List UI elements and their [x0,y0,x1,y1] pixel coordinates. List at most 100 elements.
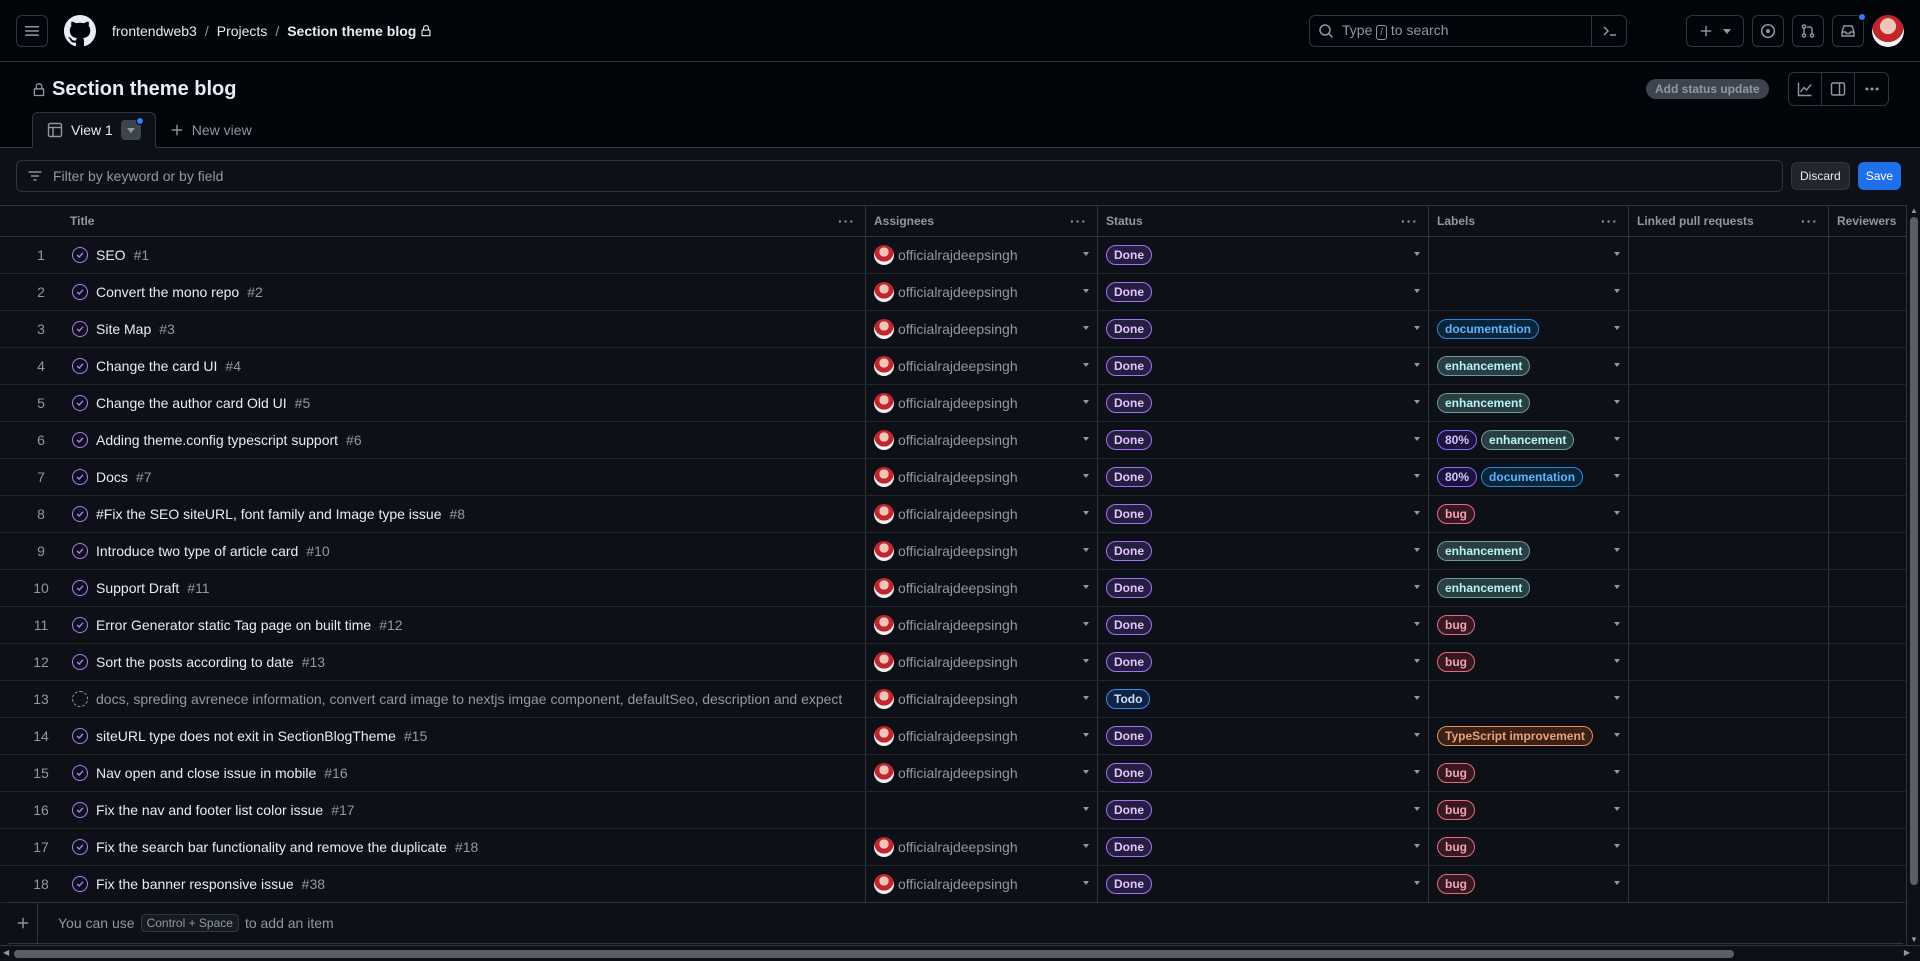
menu-button[interactable] [16,14,48,47]
reviewers-cell[interactable] [1829,422,1906,458]
table-row[interactable]: 8 #Fix the SEO siteURL, font family and I… [0,496,1906,533]
table-row[interactable]: 18 Fix the banner responsive issue #38 offi… [0,866,1906,903]
status-cell[interactable]: Done [1098,385,1429,421]
title-cell[interactable]: Sort the posts according to date #13 [62,644,866,680]
linked-prs-cell[interactable] [1629,422,1829,458]
reviewers-cell[interactable] [1829,385,1906,421]
linked-prs-cell[interactable] [1629,496,1829,532]
triangle-down-icon[interactable] [1414,437,1420,441]
status-cell[interactable]: Done [1098,533,1429,569]
assignees-cell[interactable]: officialrajdeepsingh [866,348,1098,384]
triangle-down-icon[interactable] [1614,696,1620,700]
status-cell[interactable]: Done [1098,311,1429,347]
labels-cell[interactable]: bug [1429,496,1629,532]
assignees-cell[interactable]: officialrajdeepsingh [866,755,1098,791]
item-title-link[interactable]: Nav open and close issue in mobile [96,765,316,781]
status-cell[interactable]: Done [1098,459,1429,495]
title-cell[interactable]: SEO #1 [62,237,866,273]
triangle-down-icon[interactable] [1083,400,1089,404]
triangle-down-icon[interactable] [1414,844,1420,848]
reviewers-cell[interactable] [1829,348,1906,384]
item-title-link[interactable]: Sort the posts according to date [96,654,294,670]
filter-input[interactable]: Filter by keyword or by field [16,160,1783,192]
table-row[interactable]: 13 docs, spreding avrenece information, c… [0,681,1906,718]
status-cell[interactable]: Todo [1098,681,1429,717]
assignees-cell[interactable]: officialrajdeepsingh [866,533,1098,569]
breadcrumb-owner[interactable]: frontendweb3 [112,23,197,39]
triangle-down-icon[interactable] [1083,548,1089,552]
title-cell[interactable]: #Fix the SEO siteURL, font family and Im… [62,496,866,532]
reviewers-cell[interactable] [1829,607,1906,643]
item-title-link[interactable]: Site Map [96,321,151,337]
status-cell[interactable]: Done [1098,607,1429,643]
triangle-down-icon[interactable] [1614,622,1620,626]
table-row[interactable]: 3 Site Map #3 officialrajdeepsingh Done docum… [0,311,1906,348]
linked-prs-cell[interactable] [1629,866,1829,902]
column-header-labels[interactable]: Labels ··· [1429,206,1629,236]
triangle-down-icon[interactable] [1414,696,1420,700]
pull-requests-button[interactable] [1792,15,1824,47]
assignees-cell[interactable]: officialrajdeepsingh [866,681,1098,717]
item-title-link[interactable]: Adding theme.config typescript support [96,432,338,448]
item-title-link[interactable]: #Fix the SEO siteURL, font family and Im… [96,506,442,522]
labels-cell[interactable]: documentation [1429,311,1629,347]
github-logo-icon[interactable] [64,14,96,47]
triangle-down-icon[interactable] [1414,474,1420,478]
scroll-left-icon[interactable]: ◀ [3,948,9,957]
title-cell[interactable]: Change the card UI #4 [62,348,866,384]
triangle-down-icon[interactable] [1083,733,1089,737]
assignees-cell[interactable]: officialrajdeepsingh [866,385,1098,421]
linked-prs-cell[interactable] [1629,644,1829,680]
triangle-down-icon[interactable] [1614,326,1620,330]
item-title-link[interactable]: Convert the mono repo [96,284,239,300]
more-options-button[interactable] [1855,73,1888,105]
reviewers-cell[interactable] [1829,533,1906,569]
column-header-assignees[interactable]: Assignees ··· [866,206,1098,236]
triangle-down-icon[interactable] [1083,807,1089,811]
title-cell[interactable]: Support Draft #11 [62,570,866,606]
reviewers-cell[interactable] [1829,829,1906,865]
create-new-button[interactable] [1686,15,1744,47]
triangle-down-icon[interactable] [1614,252,1620,256]
new-view-button[interactable]: New view [156,112,266,148]
horizontal-scroll-thumb[interactable] [14,950,1734,958]
title-cell[interactable]: Error Generator static Tag page on built… [62,607,866,643]
item-title-link[interactable]: Introduce two type of article card [96,543,298,559]
table-row[interactable]: 16 Fix the nav and footer list color issu… [0,792,1906,829]
title-cell[interactable]: Site Map #3 [62,311,866,347]
triangle-down-icon[interactable] [1083,326,1089,330]
table-row[interactable]: 5 Change the author card Old UI #5 official… [0,385,1906,422]
vertical-scroll-thumb[interactable] [1910,217,1918,885]
assignees-cell[interactable]: officialrajdeepsingh [866,496,1098,532]
linked-prs-cell[interactable] [1629,792,1829,828]
triangle-down-icon[interactable] [1614,289,1620,293]
status-cell[interactable]: Done [1098,718,1429,754]
triangle-down-icon[interactable] [1083,437,1089,441]
triangle-down-icon[interactable] [1614,733,1620,737]
item-title-link[interactable]: SEO [96,247,126,263]
vertical-scrollbar[interactable]: ▲ ▼ [1906,205,1920,945]
discard-button[interactable]: Discard [1791,162,1850,190]
item-title-link[interactable]: Fix the search bar functionality and rem… [96,839,447,855]
reviewers-cell[interactable] [1829,866,1906,902]
item-title-link[interactable]: docs, spreding avrenece information, con… [96,691,842,707]
reviewers-cell[interactable] [1829,570,1906,606]
triangle-down-icon[interactable] [1414,326,1420,330]
linked-prs-cell[interactable] [1629,570,1829,606]
assignees-cell[interactable] [866,792,1098,828]
search-input[interactable]: Type / to search [1309,15,1627,47]
linked-prs-cell[interactable] [1629,385,1829,421]
user-avatar[interactable] [1872,15,1904,47]
assignees-cell[interactable]: officialrajdeepsingh [866,459,1098,495]
title-cell[interactable]: docs, spreding avrenece information, con… [62,681,866,717]
status-cell[interactable]: Done [1098,422,1429,458]
assignees-cell[interactable]: officialrajdeepsingh [866,274,1098,310]
triangle-down-icon[interactable] [1083,844,1089,848]
reviewers-cell[interactable] [1829,755,1906,791]
status-cell[interactable]: Done [1098,644,1429,680]
labels-cell[interactable]: TypeScript improvement [1429,718,1629,754]
assignees-cell[interactable]: officialrajdeepsingh [866,311,1098,347]
add-status-update-button[interactable]: Add status update [1646,79,1769,99]
triangle-down-icon[interactable] [1614,400,1620,404]
triangle-down-icon[interactable] [1414,622,1420,626]
